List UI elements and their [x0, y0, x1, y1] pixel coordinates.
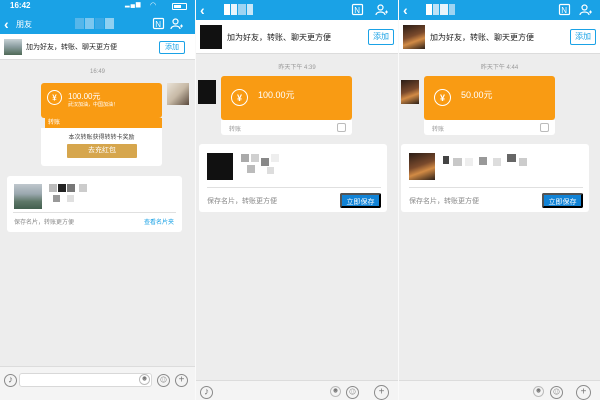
top-bar: ‹ N	[196, 0, 398, 20]
transfer-amount: 50.00元	[461, 90, 493, 100]
message-timestamp: 昨天下午 4:39	[278, 65, 316, 71]
top-bar: 16:42 ▂▄▆ ◠ ‹ 朋友 N	[0, 0, 195, 34]
voice-icon[interactable]: ♪	[4, 374, 17, 387]
add-person-icon[interactable]	[579, 3, 592, 16]
my-avatar[interactable]	[167, 83, 189, 105]
nav-bar: ‹ 朋友 N	[0, 14, 195, 34]
nav-bar: ‹ N	[196, 0, 398, 20]
save-now-button[interactable]: 立即保存	[542, 193, 583, 208]
yuan-coin-icon: ¥	[231, 89, 248, 106]
peer-avatar	[200, 25, 222, 49]
battery-icon	[172, 3, 187, 10]
transfer-footer: 转账	[424, 120, 555, 135]
back-icon[interactable]: ‹	[403, 3, 408, 17]
svg-text:N: N	[155, 20, 161, 29]
sticker-icon[interactable]: ☻	[139, 374, 150, 385]
add-friend-banner: 加为好友，转账、聊天更方便 添加	[0, 34, 195, 60]
plus-icon[interactable]: +	[576, 385, 591, 400]
chat-title-redacted	[426, 4, 456, 15]
save-card-hint: 保存名片，转账更方便	[409, 198, 479, 205]
yuan-coin-icon: ¥	[434, 89, 451, 106]
plus-icon[interactable]: +	[175, 374, 188, 387]
chat-title-redacted	[224, 4, 254, 15]
save-card-hint: 保存名片，转账更方便	[14, 220, 75, 226]
card-icon[interactable]: N	[152, 17, 165, 30]
wifi-icon: ◠	[150, 2, 157, 9]
contact-card[interactable]: 保存名片，转账更方便 查看名片夹	[7, 176, 182, 232]
message-timestamp: 昨天下午 4:44	[480, 65, 519, 71]
banner-text: 加为好友，转账、聊天更方便	[26, 44, 117, 51]
card-icon[interactable]: N	[351, 3, 364, 16]
transfer-message[interactable]: ¥ 100.00元 武汉加油，中国加油！	[41, 83, 162, 118]
transfer-label: 转账	[432, 127, 445, 133]
add-friend-button[interactable]: 添加	[368, 29, 394, 45]
banner-text: 加为好友，转账、聊天更方便	[227, 33, 331, 42]
add-person-icon[interactable]	[375, 3, 388, 16]
add-friend-banner: 加为好友，转账、聊天更方便 添加	[399, 20, 600, 54]
peer-avatar	[4, 39, 22, 55]
status-bar: 16:42 ▂▄▆ ◠	[0, 0, 195, 11]
divider	[13, 212, 176, 213]
message-timestamp: 16:49	[89, 69, 105, 75]
back-icon[interactable]: ‹	[200, 3, 205, 17]
redeem-redpacket-button[interactable]: 去充红包	[67, 144, 137, 158]
peer-avatar[interactable]	[198, 80, 216, 104]
chat-panel-2: ‹ N 加为好友，转账、聊天更方便 添加 昨天下午 4:39 ¥ 100.00元…	[196, 0, 398, 400]
peer-avatar	[403, 25, 425, 49]
save-now-button[interactable]: 立即保存	[340, 193, 381, 208]
qq-logo-icon	[337, 123, 346, 132]
svg-text:N: N	[561, 6, 567, 15]
qq-logo-icon	[540, 123, 549, 132]
contact-avatar	[207, 153, 233, 180]
peer-avatar[interactable]	[401, 80, 419, 104]
contact-card[interactable]: 保存名片，转账更方便 立即保存	[401, 144, 589, 212]
transfer-footer: 转账	[221, 120, 352, 135]
chat-panel-3: ‹ N 加为好友，转账、聊天更方便 添加 昨天下午 4:44 ¥ 50.00元 …	[399, 0, 600, 400]
status-time: 16:42	[10, 1, 31, 10]
transfer-message[interactable]: ¥ 50.00元	[424, 76, 555, 120]
yuan-coin-icon: ¥	[47, 90, 62, 105]
add-friend-button[interactable]: 添加	[159, 41, 185, 54]
divider	[409, 187, 583, 188]
back-label[interactable]: 朋友	[16, 19, 32, 30]
contact-avatar	[409, 153, 435, 180]
chat-panel-1: 16:42 ▂▄▆ ◠ ‹ 朋友 N 加为好友，转账、聊天更方便 添加 16:4…	[0, 0, 195, 400]
sticker-icon[interactable]: ☻	[330, 386, 341, 397]
emoji-icon[interactable]: ☺	[157, 374, 170, 387]
sticker-icon[interactable]: ☻	[533, 386, 544, 397]
transfer-label: 转账	[229, 127, 242, 133]
top-bar: ‹ N	[399, 0, 600, 20]
transfer-note: 武汉加油，中国加油！	[68, 102, 119, 108]
transfer-label: 转账	[45, 118, 162, 128]
input-bar: ♪ ☻ ☺ +	[196, 380, 398, 400]
add-friend-button[interactable]: 添加	[570, 29, 596, 45]
promo-text: 本次转账获得转转卡奖励	[68, 135, 135, 141]
add-person-icon[interactable]	[170, 17, 183, 30]
voice-icon[interactable]: ♪	[200, 386, 213, 399]
input-bar: ♪ ☻ ☺ +	[0, 366, 195, 400]
contact-avatar	[14, 184, 42, 209]
save-card-hint: 保存名片，转账更方便	[207, 198, 277, 205]
nav-bar: ‹ N	[399, 0, 600, 20]
emoji-icon[interactable]: ☺	[550, 386, 563, 399]
signal-icon: ▂▄▆	[125, 2, 142, 8]
input-bar: ☻ ☺ +	[399, 380, 600, 400]
back-icon[interactable]: ‹	[4, 17, 9, 31]
transfer-promo: 本次转账获得转转卡奖励 去充红包	[41, 128, 162, 166]
banner-text: 加为好友，转账、聊天更方便	[430, 33, 534, 42]
plus-icon[interactable]: +	[374, 385, 389, 400]
card-icon[interactable]: N	[558, 3, 571, 16]
divider	[207, 187, 381, 188]
view-card-folder-link[interactable]: 查看名片夹	[144, 217, 174, 226]
contact-card[interactable]: 保存名片，转账更方便 立即保存	[199, 144, 387, 212]
emoji-icon[interactable]: ☺	[346, 386, 359, 399]
chat-title-redacted	[75, 18, 115, 29]
transfer-message[interactable]: ¥ 100.00元	[221, 76, 352, 120]
add-friend-banner: 加为好友，转账、聊天更方便 添加	[196, 20, 398, 54]
message-input[interactable]	[19, 373, 152, 387]
transfer-amount: 100.00元	[258, 90, 295, 100]
svg-text:N: N	[354, 6, 360, 15]
